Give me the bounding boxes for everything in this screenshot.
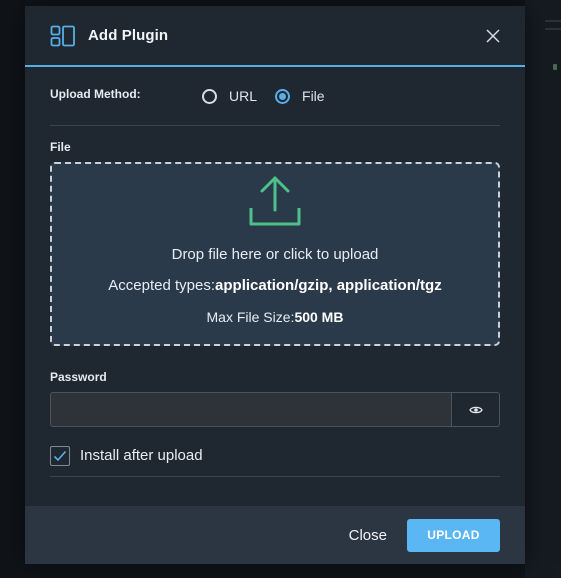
- show-password-button[interactable]: [452, 392, 500, 427]
- upload-method-row: Upload Method: URL File: [50, 67, 500, 126]
- plugin-layout-icon: [50, 25, 76, 47]
- accepted-types: Accepted types:application/gzip, applica…: [108, 277, 441, 294]
- checkmark-icon: [53, 450, 67, 462]
- max-file-size-value: 500 MB: [294, 309, 344, 325]
- upload-arrow-icon: [249, 174, 301, 226]
- dialog-title: Add Plugin: [88, 27, 169, 44]
- eye-icon: [468, 406, 483, 413]
- add-plugin-dialog: Add Plugin Upload Method: URL File File: [25, 6, 525, 564]
- password-input[interactable]: [50, 392, 452, 427]
- password-label: Password: [50, 370, 107, 384]
- radio-url[interactable]: [202, 88, 217, 104]
- dialog-footer: Close UPLOAD: [25, 506, 525, 564]
- accepted-types-label: Accepted types:: [108, 277, 216, 294]
- background-element: [545, 20, 561, 30]
- drop-instructions: Drop file here or click to upload: [171, 246, 379, 263]
- max-file-size: Max File Size:500 MB: [207, 309, 344, 325]
- radio-file-label: File: [302, 88, 325, 104]
- close-button[interactable]: Close: [349, 527, 387, 544]
- install-after-upload-checkbox[interactable]: [50, 446, 70, 466]
- close-icon[interactable]: [483, 26, 503, 46]
- background-panel: [525, 0, 561, 578]
- file-label: File: [50, 140, 71, 154]
- password-row: [50, 392, 500, 427]
- radio-file[interactable]: [275, 88, 291, 104]
- dialog-header: Add Plugin: [25, 6, 525, 67]
- upload-button[interactable]: UPLOAD: [407, 518, 500, 552]
- dialog-body: Upload Method: URL File File Drop file h…: [25, 67, 525, 477]
- install-after-upload-row: Install after upload: [50, 446, 500, 477]
- radio-url-label: URL: [229, 88, 258, 104]
- accepted-types-value: application/gzip, application/tgz: [215, 277, 442, 294]
- file-dropzone[interactable]: Drop file here or click to upload Accept…: [50, 162, 500, 346]
- radio-option-file[interactable]: File: [275, 88, 325, 104]
- background-status: [525, 60, 561, 74]
- max-file-size-label: Max File Size:: [206, 309, 295, 325]
- install-after-upload-label: Install after upload: [80, 447, 203, 464]
- radio-option-url[interactable]: URL: [202, 88, 257, 104]
- upload-method-label: Upload Method:: [50, 87, 141, 101]
